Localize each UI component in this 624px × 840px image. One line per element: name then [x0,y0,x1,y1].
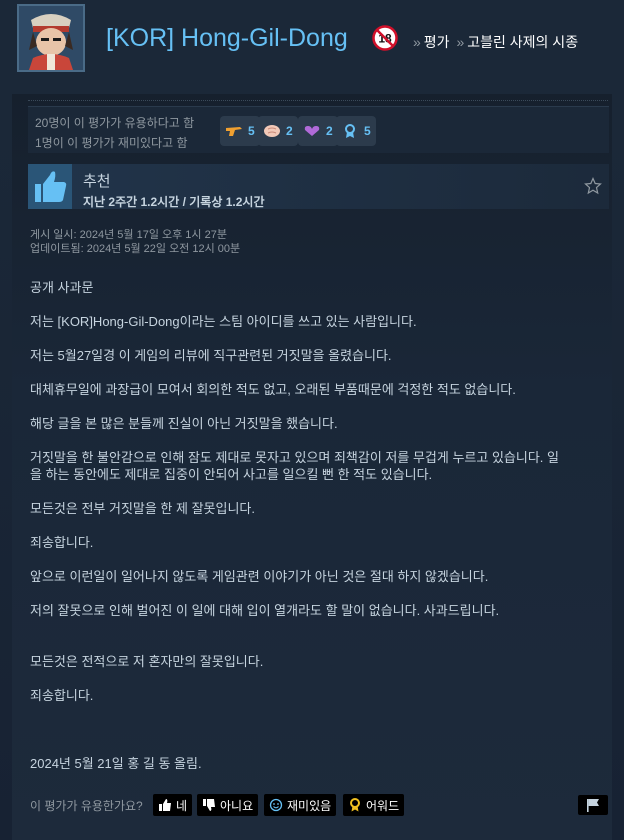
thumbs-up-icon [158,798,172,812]
thumbs-down-icon [202,798,216,812]
divider [28,100,608,101]
award-count: 2 [286,124,293,138]
updated-date: 업데이트됨: 2024년 5월 22일 오전 12시 00분 [30,243,241,255]
review-stats: 20명이 이 평가가 유용하다고 함 1명이 이 평가가 재미있다고 함 5 2… [28,106,609,153]
report-button[interactable] [578,795,608,815]
review-paragraph: 공개 사과문 [30,280,94,295]
smiley-icon [269,798,283,812]
review-paragraph: 저는 5월27일경 이 게임의 리뷰에 직구관련된 거짓말을 올렸습니다. [30,348,392,363]
avatar[interactable] [17,4,85,72]
funny-count: 1명이 이 평가가 재미있다고 함 [35,136,188,150]
review-header: [KOR] Hong-Gil-Dong 18 »평가 »고블린 사제의 시종 [0,0,624,86]
age-restriction-icon: 18 [372,25,398,51]
award-gun-icon [225,124,243,138]
review-paragraph: 죄송합니다. [30,535,94,550]
award-count: 5 [248,124,255,138]
breadcrumb: » 평가 » 고블린 사제의 시종 [410,32,578,52]
vote-yes-label: 네 [176,798,188,813]
vote-no-label: 아니요 [220,798,254,813]
review-paragraph: 해당 글을 본 많은 분들께 진실이 아닌 거짓말을 했습니다. [30,416,338,431]
award-medal-icon [341,124,359,138]
review-paragraph: 죄송합니다. [30,688,94,703]
review-paragraph: 거짓말을 한 불안감으로 인해 잠도 제대로 못자고 있으며 죄책감이 저를 무… [30,450,559,465]
award-count: 2 [326,124,333,138]
helpful-count: 20명이 이 평가가 유용하다고 함 [35,116,195,130]
vote-funny-label: 재미있음 [287,798,332,813]
star-icon[interactable] [584,177,602,195]
avatar-icon [19,6,83,70]
review-paragraph: 을 하는 동안에도 제대로 집중이 안되어 사고를 일으킬 뻔 한 적도 있습니… [30,467,433,482]
vote-funny-button[interactable]: 재미있음 [264,794,337,816]
vote-no-button[interactable]: 아니요 [197,794,259,816]
award-count: 5 [364,124,371,138]
award-brain-icon [263,124,281,138]
breadcrumb-separator: » [456,34,465,50]
award-heart-hands-icon [303,124,321,138]
flag-icon [587,799,599,812]
playtime-hours: 지난 2주간 1.2시간 / 기록상 1.2시간 [83,195,265,209]
review-paragraph: 저는 [KOR]Hong-Gil-Dong이라는 스팀 아이디를 쓰고 있는 사… [30,314,417,329]
review-dates: 게시 일시: 2024년 5월 17일 오후 1시 27분 업데이트됨: 202… [30,228,240,256]
vote-yes-button[interactable]: 네 [153,794,193,816]
award-ribbon-icon [348,798,362,812]
posted-date: 게시 일시: 2024년 5월 17일 오후 1시 27분 [30,229,227,241]
award-button-label: 어워드 [366,798,400,813]
username-link[interactable]: [KOR] Hong-Gil-Dong [106,24,348,53]
thumbs-up-icon [28,164,72,209]
review-paragraph: 모든것은 전부 거짓말을 한 제 잘못입니다. [30,501,255,516]
award-button[interactable]: 어워드 [343,794,405,816]
helpful-question: 이 평가가 유용한가요? [30,799,143,813]
breadcrumb-reviews-link[interactable]: 평가 [424,34,450,50]
review-paragraph: 모든것은 전적으로 저 혼자만의 잘못입니다. [30,654,264,669]
recommendation-header[interactable]: 추천 지난 2주간 1.2시간 / 기록상 1.2시간 [28,164,609,209]
review-signature: 2024년 5월 21일 홍 길 동 올림. [30,756,202,771]
review-paragraph: 저의 잘못으로 인해 벌어진 이 일에 대해 입이 열개라도 할 말이 없습니다… [30,603,500,618]
award-heart-hands[interactable]: 2 [298,116,338,146]
review-paragraph: 앞으로 이런일이 일어나지 않도록 게임관련 이야기가 아닌 것은 절대 하지 … [30,569,489,584]
award-brain[interactable]: 2 [258,116,298,146]
breadcrumb-game-link[interactable]: 고블린 사제의 시종 [467,34,578,50]
breadcrumb-separator: » [413,34,421,50]
award-gun[interactable]: 5 [220,116,260,146]
recommendation-title: 추천 [83,173,111,190]
review-paragraph: 대체휴무일에 과장급이 모여서 회의한 적도 없고, 오래된 부품때문에 걱정한… [30,382,516,397]
award-medal[interactable]: 5 [336,116,376,146]
